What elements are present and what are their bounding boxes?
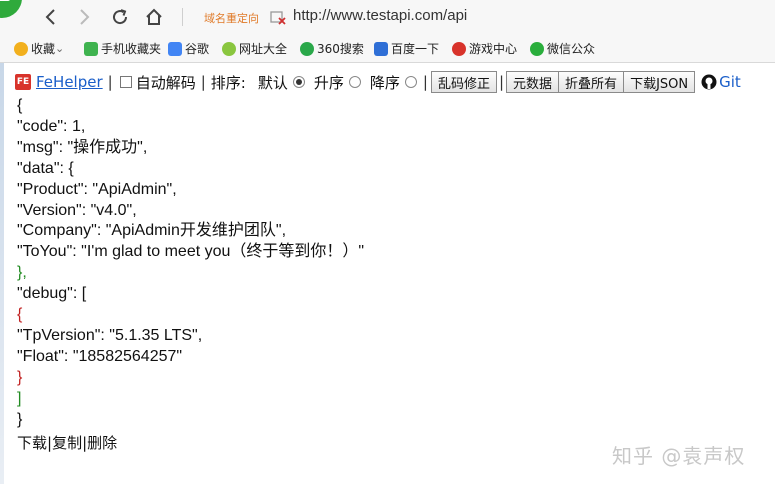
bookmark-label: 微信公众 [547,42,596,56]
home-button[interactable] [141,5,167,29]
toolbar-divider [182,8,183,26]
plus-circle-icon [222,41,236,56]
sort-label: 排序: [210,73,246,92]
json-line: "msg": "操作成功", [17,138,148,156]
json-line: { [17,97,23,114]
bookmark-item[interactable]: 谷歌 [168,40,209,57]
bookmark-label: 收藏 [31,42,56,56]
bookmark-item[interactable]: 百度一下 [374,40,439,57]
json-line: } [17,368,23,386]
redirect-label: 域名重定向 [204,12,259,25]
auto-decode-checkbox[interactable] [119,76,132,88]
fold-all-button[interactable]: 折叠所有 [559,71,625,93]
bookmark-item[interactable]: 360搜索 [300,40,364,57]
bookmark-label: 360搜索 [317,42,364,56]
game-icon [452,41,466,56]
phone-icon [84,41,98,56]
separator: | [422,73,428,91]
raw-data-button[interactable]: 元数据 [506,71,560,93]
json-line: ] [17,389,22,407]
sort-default-label: 默认 [257,73,288,92]
insecure-cert-icon[interactable] [270,9,286,25]
json-line: "Version": "v4.0", [17,201,137,219]
github-icon [701,74,717,90]
sort-desc-label: 降序 [369,73,400,92]
fehelper-logo-icon: FE [15,74,31,90]
github-link[interactable]: Git [701,73,741,91]
bookmark-label: 谷歌 [185,42,210,56]
reload-button[interactable] [107,5,133,29]
json-line: "Product": "ApiAdmin", [17,180,177,198]
star-icon [14,41,28,56]
reload-icon [113,9,128,25]
fehelper-toolbar: FE FeHelper | 自动解码 | 排序: 默认 升序 降序 | 乱码修正… [15,70,775,94]
separator: | [498,73,505,91]
wechat-icon [530,41,544,56]
json-line: { [17,306,23,324]
google-icon [168,41,182,56]
json-line: "data": { [17,159,74,177]
action-button-group: 元数据 折叠所有 下载JSON [506,71,696,93]
copy-link[interactable]: 复制 [52,434,82,452]
address-bar[interactable]: http://www.testapi.com/api [293,7,467,24]
json-line: "TpVersion": "5.1.35 LTS", [17,326,203,344]
browser-logo-icon [0,0,22,18]
json-viewer: { "code": 1, "msg": "操作成功", "data": { "Produ… [17,96,364,431]
bookmark-item[interactable]: 微信公众 [530,40,595,57]
json-line: "Float": "18582564257" [17,347,183,365]
paw-icon [374,41,388,56]
separator: | [107,73,113,91]
back-arrow-icon [45,9,55,25]
search-360-icon [300,41,314,56]
bookmark-label: 手机收藏夹 [101,42,162,56]
sort-default-radio[interactable] [292,76,305,88]
download-json-button[interactable]: 下载JSON [624,71,696,93]
bookmark-item[interactable]: 收藏 ⌄ [14,40,64,57]
bookmark-item[interactable]: 网址大全 [222,40,287,57]
delete-link[interactable]: 删除 [87,434,117,452]
forward-button[interactable] [72,5,98,29]
json-line: "code": 1, [17,117,86,135]
chevron-down-icon[interactable]: ⌄ [55,42,64,55]
bookmark-label: 网址大全 [239,42,288,56]
sort-desc-radio[interactable] [404,76,417,88]
sort-asc-label: 升序 [313,73,344,92]
json-actions: 下载|复制|删除 [17,432,117,453]
home-icon [146,8,162,25]
json-line: "ToYou": "I'm glad to meet you（终于等到你！）" [17,243,365,261]
browser-toolbar: 域名重定向 http://www.testapi.com/api [0,0,775,35]
sort-asc-radio[interactable] [348,76,361,88]
json-line: }, [17,264,27,282]
fehelper-link[interactable]: FeHelper [36,73,103,91]
download-link[interactable]: 下载 [17,434,47,452]
bookmarks-bar: 收藏 ⌄ 手机收藏夹 谷歌 网址大全 360搜索 百度一下 游戏中心 微信公众 [0,35,775,63]
bookmark-label: 百度一下 [391,42,440,56]
fix-encoding-button[interactable]: 乱码修正 [430,71,497,93]
bookmark-label: 游戏中心 [469,42,518,56]
forward-arrow-icon [80,9,90,25]
auto-decode-label: 自动解码 [135,73,196,92]
sidebar-strip [0,63,4,484]
json-line: "debug": [ [17,285,87,303]
json-line: } [17,410,23,428]
json-line: "Company": "ApiAdmin开发维护团队", [17,222,287,240]
back-button[interactable] [37,5,63,29]
bookmark-item[interactable]: 游戏中心 [452,40,517,57]
bookmark-item[interactable]: 手机收藏夹 [84,40,161,57]
separator: | [200,73,206,91]
watermark: 知乎 @袁声权 [612,444,746,468]
